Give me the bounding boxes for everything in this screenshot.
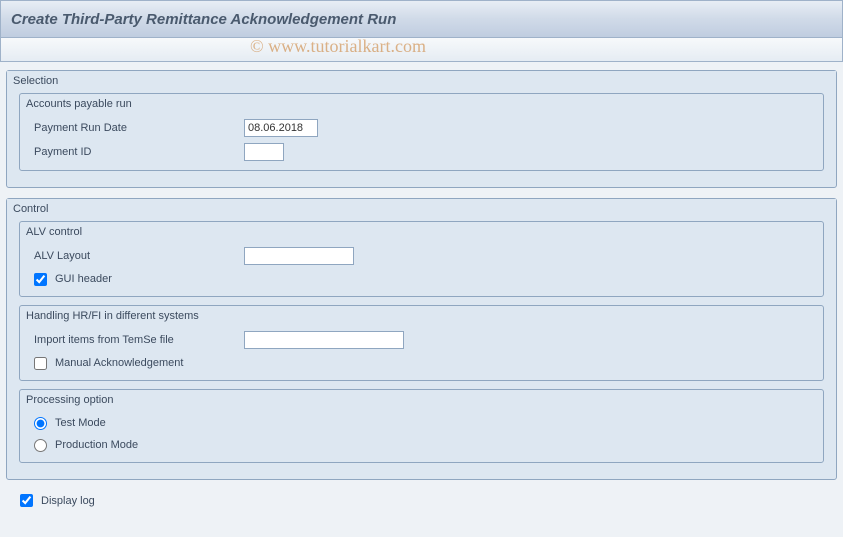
row-payment-run-date: Payment Run Date xyxy=(20,116,823,140)
row-gui-header: GUI header xyxy=(20,268,823,290)
input-payment-run-date[interactable] xyxy=(244,119,318,137)
label-test-mode: Test Mode xyxy=(55,417,106,429)
group-alv-control: ALV control ALV Layout GUI header xyxy=(19,221,824,297)
checkbox-gui-header[interactable] xyxy=(34,273,47,286)
input-payment-id[interactable] xyxy=(244,143,284,161)
radio-production-mode[interactable] xyxy=(34,439,47,452)
page-title: Create Third-Party Remittance Acknowledg… xyxy=(11,11,396,28)
group-alv-control-title: ALV control xyxy=(20,222,823,244)
title-bar: Create Third-Party Remittance Acknowledg… xyxy=(0,0,843,38)
label-manual-ack: Manual Acknowledgement xyxy=(55,357,183,369)
row-production-mode: Production Mode xyxy=(20,434,823,456)
row-manual-ack: Manual Acknowledgement xyxy=(20,352,823,374)
label-alv-layout: ALV Layout xyxy=(34,250,244,262)
toolbar-strip xyxy=(0,38,843,62)
row-display-log: Display log xyxy=(6,490,837,511)
content-area: Selection Accounts payable run Payment R… xyxy=(0,62,843,519)
group-hrfi: Handling HR/FI in different systems Impo… xyxy=(19,305,824,381)
group-accounts-payable-title: Accounts payable run xyxy=(20,94,823,116)
group-hrfi-title: Handling HR/FI in different systems xyxy=(20,306,823,328)
checkbox-display-log[interactable] xyxy=(20,494,33,507)
input-import-temse[interactable] xyxy=(244,331,404,349)
section-control: Control ALV control ALV Layout GUI heade… xyxy=(6,198,837,480)
group-processing-option-title: Processing option xyxy=(20,390,823,412)
row-payment-id: Payment ID xyxy=(20,140,823,164)
label-payment-run-date: Payment Run Date xyxy=(34,122,244,134)
row-test-mode: Test Mode xyxy=(20,412,823,434)
radio-test-mode[interactable] xyxy=(34,417,47,430)
group-accounts-payable: Accounts payable run Payment Run Date Pa… xyxy=(19,93,824,171)
label-production-mode: Production Mode xyxy=(55,439,138,451)
input-alv-layout[interactable] xyxy=(244,247,354,265)
group-processing-option: Processing option Test Mode Production M… xyxy=(19,389,824,463)
label-import-temse: Import items from TemSe file xyxy=(34,334,244,346)
row-import-temse: Import items from TemSe file xyxy=(20,328,823,352)
row-alv-layout: ALV Layout xyxy=(20,244,823,268)
checkbox-manual-ack[interactable] xyxy=(34,357,47,370)
section-selection: Selection Accounts payable run Payment R… xyxy=(6,70,837,188)
label-payment-id: Payment ID xyxy=(34,146,244,158)
section-control-title: Control xyxy=(7,199,836,221)
section-selection-title: Selection xyxy=(7,71,836,93)
label-gui-header: GUI header xyxy=(55,273,112,285)
label-display-log: Display log xyxy=(41,495,95,507)
